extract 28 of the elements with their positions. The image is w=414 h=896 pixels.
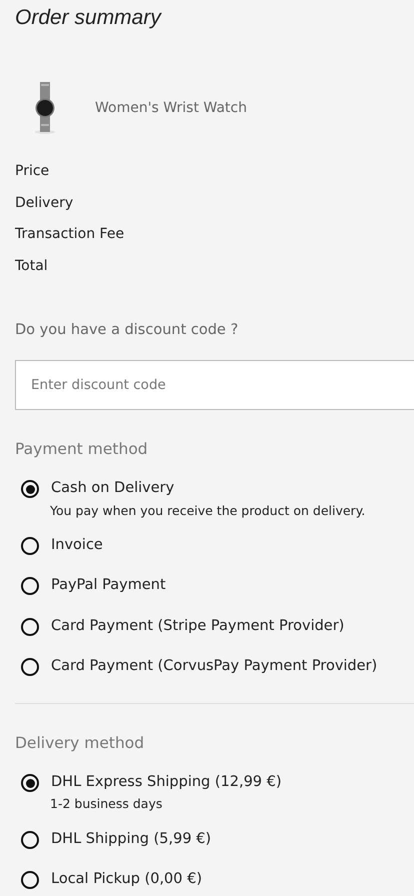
option-label: Card Payment (CorvusPay Payment Provider) xyxy=(51,657,378,676)
order-summary-title: Order summary xyxy=(15,5,163,31)
section-heading: Delivery method xyxy=(15,732,146,754)
radio-button[interactable] xyxy=(21,536,39,555)
option-label: DHL Express Shipping (12,99 €) xyxy=(51,773,282,792)
option-label: Local Pickup (0,00 €) xyxy=(51,870,202,890)
summary-label: Price xyxy=(15,162,50,181)
option-label: PayPal Payment xyxy=(51,576,166,596)
option-label: Cash on Delivery xyxy=(51,479,174,498)
option-label: Invoice xyxy=(51,536,103,555)
radio-button[interactable] xyxy=(21,774,39,792)
discount-code-field[interactable]: Enter discount code xyxy=(15,360,414,410)
radio-button[interactable] xyxy=(21,658,39,676)
summary-label: Total xyxy=(15,256,49,276)
radio-button[interactable] xyxy=(21,830,39,848)
option-description: 1-2 business days xyxy=(49,795,164,814)
summary-label: Delivery xyxy=(15,194,74,212)
radio-button[interactable] xyxy=(21,480,39,498)
section-heading: Payment method xyxy=(15,438,149,460)
option-description: You pay when you receive the product on delivery. xyxy=(49,502,366,520)
option-label: DHL Shipping (5,99 €) xyxy=(51,830,212,849)
summary-label: Transaction Fee xyxy=(15,225,126,244)
option-label: Card Payment (Stripe Payment Provider) xyxy=(51,616,344,636)
product-name: Women's Wrist Watch xyxy=(95,98,247,118)
radio-button[interactable] xyxy=(21,871,39,889)
radio-button[interactable] xyxy=(21,618,39,636)
discount-label: Do you have a discount code ? xyxy=(15,321,240,340)
radio-button[interactable] xyxy=(21,577,39,596)
